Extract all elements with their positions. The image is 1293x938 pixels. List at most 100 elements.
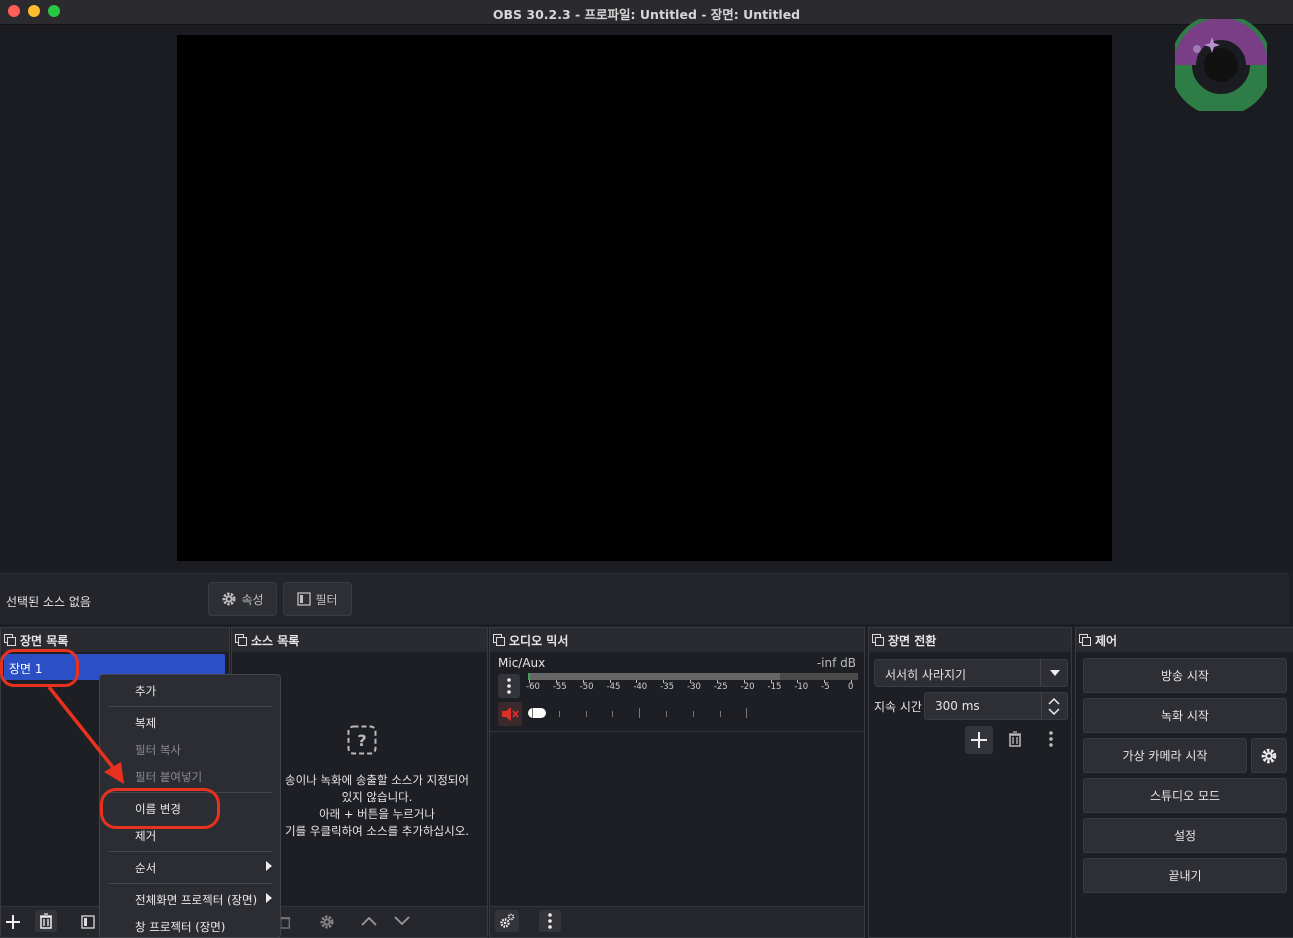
mute-button[interactable]	[498, 702, 522, 726]
dock-float-icon[interactable]	[872, 634, 884, 646]
no-sources-line: 아래 + 버튼을 누르거나	[319, 807, 435, 821]
transition-select[interactable]: 서서히 사라지기	[874, 659, 1068, 687]
menu-item-fullscreen-projector[interactable]: 전체화면 프로젝터 (장면)	[135, 892, 257, 908]
mixer-menu-button[interactable]	[539, 910, 561, 932]
meter-tick-label: -10	[794, 682, 809, 692]
menu-separator	[108, 883, 272, 884]
spin-divider	[1041, 693, 1042, 719]
transitions-dock-title: 장면 전환	[888, 633, 937, 648]
meter-tick-label: -55	[552, 682, 567, 692]
gears-icon	[500, 913, 515, 928]
gear-icon	[222, 592, 236, 606]
annotation-highlight-rename	[100, 788, 220, 829]
slider-tick-mark	[585, 711, 587, 717]
slider-tick-mark	[612, 711, 614, 717]
sources-dock-title: 소스 목록	[251, 633, 300, 648]
menu-item-windowed-projector[interactable]: 창 프로젝터 (장면)	[135, 919, 225, 935]
filter-icon	[297, 592, 312, 606]
meter-tick-label: -30	[687, 682, 701, 692]
preview-canvas[interactable]	[177, 35, 1112, 561]
duration-spinbox[interactable]: 300 ms	[924, 692, 1068, 720]
mixer-divider	[490, 731, 864, 732]
source-properties-gear-icon[interactable]	[319, 914, 335, 930]
audio-channel-menu-button[interactable]	[498, 674, 520, 698]
audio-mixer-dock-header: 오디오 믹서	[490, 628, 864, 652]
move-up-icon[interactable]	[361, 916, 377, 926]
slider-tick-mark	[692, 711, 694, 717]
meter-tick-label: -45	[606, 682, 621, 692]
menu-item-copy-filters[interactable]: 필터 복사	[135, 742, 181, 758]
add-scene-icon[interactable]	[5, 914, 21, 930]
move-down-icon[interactable]	[394, 916, 410, 926]
dock-float-icon[interactable]	[4, 634, 16, 646]
meter-tick-label: -5	[821, 682, 830, 692]
transition-select-value: 서서히 사라지기	[885, 668, 967, 682]
window-title: OBS 30.2.3 - 프로파일: Untitled - 장면: Untitl…	[492, 7, 801, 22]
properties-button-label: 속성	[241, 592, 264, 607]
remove-scene-button[interactable]	[35, 910, 57, 932]
no-source-selected-label: 선택된 소스 없음	[6, 595, 91, 609]
meter-tick-label: -35	[660, 682, 675, 692]
meter-tick-label: -60	[526, 682, 540, 692]
title-bar: OBS 30.2.3 - 프로파일: Untitled - 장면: Untitl…	[0, 0, 1293, 25]
spin-up-icon[interactable]	[1048, 697, 1060, 705]
trash-icon	[40, 913, 52, 929]
meter-tick-label: -20	[740, 682, 755, 692]
menu-item-remove[interactable]: 제거	[135, 828, 156, 844]
audio-mixer-footer	[490, 906, 864, 937]
properties-button[interactable]: 속성	[208, 582, 277, 616]
exit-button[interactable]: 끝내기	[1083, 858, 1287, 893]
dock-float-icon[interactable]	[493, 634, 505, 646]
virtual-camera-settings-button[interactable]	[1251, 738, 1287, 773]
slider-tick-mark	[719, 711, 721, 717]
kebab-menu-icon	[548, 913, 552, 929]
slider-tick-mark	[666, 711, 667, 717]
menu-item-add[interactable]: 추가	[135, 683, 156, 699]
obs-logo-icon	[1175, 19, 1267, 111]
no-sources-message: 송이나 녹화에 송출할 소스가 지정되어 있지 않습니다. 아래 + 버튼을 누…	[252, 772, 502, 840]
speaker-muted-icon	[502, 707, 519, 721]
scenes-dock-title: 장면 목록	[20, 633, 69, 648]
spin-down-icon[interactable]	[1048, 708, 1060, 716]
add-transition-button[interactable]	[965, 726, 993, 754]
chevron-down-icon	[1050, 670, 1060, 676]
no-sources-line: 송이나 녹화에 송출할 소스가 지정되어	[285, 773, 469, 787]
source-toolbar: 선택된 소스 없음 속성 필터	[0, 573, 1289, 624]
meter-headroom	[780, 673, 858, 680]
menu-item-order[interactable]: 순서	[135, 860, 156, 876]
audio-mixer-dock: 오디오 믹서 Mic/Aux -inf dB -60 -55 -50 -45 -40 -3…	[489, 627, 865, 938]
remove-transition-icon[interactable]	[1008, 731, 1022, 747]
slider-tick-mark	[746, 708, 748, 718]
menu-item-paste-filters[interactable]: 필터 붙여넣기	[135, 769, 202, 785]
slider-tick-mark	[558, 711, 560, 717]
transition-menu-icon[interactable]	[1049, 731, 1053, 747]
settings-button[interactable]: 설정	[1083, 818, 1287, 853]
dock-float-icon[interactable]	[235, 634, 247, 646]
menu-separator	[108, 851, 272, 852]
start-streaming-button[interactable]: 방송 시작	[1083, 658, 1287, 693]
scene-filter-icon[interactable]	[81, 915, 95, 929]
sources-dock-header: 소스 목록	[232, 628, 487, 652]
filters-button-label: 필터	[315, 592, 338, 607]
volume-slider-ticks	[528, 708, 748, 720]
question-icon: ?	[347, 725, 377, 755]
start-recording-button[interactable]: 녹화 시작	[1083, 698, 1287, 733]
advanced-audio-button[interactable]	[495, 910, 519, 932]
controls-dock-header: 제어	[1076, 628, 1293, 652]
menu-separator	[108, 706, 272, 707]
slider-tick-mark	[532, 708, 533, 718]
dock-float-icon[interactable]	[1079, 634, 1091, 646]
transitions-dock: 장면 전환 서서히 사라지기 지속 시간 300 ms	[868, 627, 1072, 938]
meter-tick-label: -50	[579, 682, 594, 692]
menu-item-duplicate[interactable]: 복제	[135, 715, 156, 731]
meter-tick-label: -40	[633, 682, 648, 692]
filters-button[interactable]: 필터	[283, 582, 352, 616]
audio-level-text: -inf dB	[816, 656, 856, 670]
meter-tick-row: -60 -55 -50 -45 -40 -35 -30 -25 -20 -15 -10 -5 0	[526, 680, 858, 694]
controls-dock-title: 제어	[1095, 633, 1118, 648]
annotation-highlight-scene	[0, 649, 79, 687]
start-virtual-camera-button[interactable]: 가상 카메라 시작	[1083, 738, 1247, 773]
studio-mode-button[interactable]: 스튜디오 모드	[1083, 778, 1287, 813]
no-sources-line: 있지 않습니다.	[341, 790, 413, 804]
audio-mixer-dock-title: 오디오 믹서	[509, 633, 569, 648]
